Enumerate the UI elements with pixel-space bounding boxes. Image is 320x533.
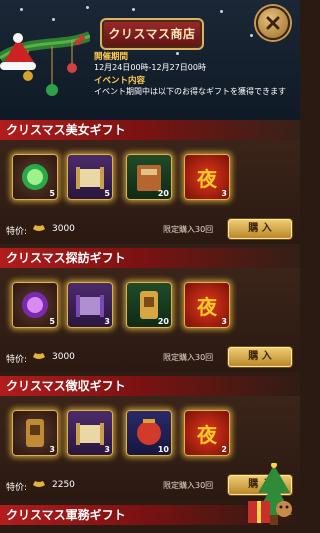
buy-button[interactable]: 購 入 [227, 346, 293, 368]
price-label: 特价: [6, 227, 28, 237]
event-content-text: イベント期間中は以下のお得なギフトを獲得できます [94, 87, 286, 96]
gold-ingot-icon [33, 481, 45, 487]
item-slot[interactable]: 10 [126, 410, 172, 456]
gift-section-visit: クリスマス探訪ギフト 5 3 20 夜 3 特价: 3000 限定購入30回 購… [0, 248, 300, 372]
gift-box-icon [248, 501, 292, 523]
item-slot[interactable]: 20 [126, 282, 172, 328]
item-count: 5 [104, 189, 110, 198]
section-title-bar: クリスマス探訪ギフト [0, 248, 300, 268]
item-slot[interactable]: 3 [67, 410, 113, 456]
item-count: 3 [104, 445, 110, 454]
price-value: 3000 [52, 352, 75, 362]
item-count: 5 [49, 189, 55, 198]
item-count: 10 [157, 445, 169, 454]
event-content-label: イベント内容 [94, 76, 146, 86]
item-slot[interactable]: 5 [12, 154, 58, 200]
purchase-limit: 限定購入30回 [163, 353, 214, 362]
section-title: クリスマス徴収ギフト [6, 379, 126, 393]
gift-section-beauty: クリスマス美女ギフト 5 5 20 夜 3 特价: 3000 限定購入30回 購… [0, 120, 300, 244]
item-slot[interactable]: 20 [126, 154, 172, 200]
header-banner: クリスマス商店 開催期間 12月24日00時-12月27日00時 イベント内容 … [0, 0, 300, 120]
event-info: 開催期間 12月24日00時-12月27日00時 イベント内容 イベント期間中は… [88, 48, 300, 118]
item-count: 3 [104, 317, 110, 326]
purchase-limit: 限定購入30回 [163, 481, 214, 490]
section-title: クリスマス探訪ギフト [6, 251, 126, 265]
gold-ingot-icon [33, 353, 45, 359]
snowflake [250, 34, 253, 37]
item-slot[interactable]: 夜 2 [184, 410, 230, 456]
price-label: 特价: [6, 483, 28, 493]
section-title-bar: クリスマス美女ギフト [0, 120, 300, 140]
item-slot[interactable]: 5 [12, 282, 58, 328]
santa-hat-icon [0, 33, 36, 70]
purchase-limit: 限定購入30回 [163, 225, 214, 234]
item-slot[interactable]: 3 [12, 410, 58, 456]
item-slot[interactable]: 3 [67, 282, 113, 328]
price-value: 2250 [52, 480, 75, 490]
snowflake [20, 8, 23, 11]
item-count: 3 [221, 317, 227, 326]
event-period-value: 12月24日00時-12月27日00時 [94, 63, 206, 72]
item-count: 20 [157, 189, 169, 198]
item-count: 3 [49, 445, 55, 454]
shop-title-plate: クリスマス商店 [100, 18, 204, 50]
item-slot[interactable]: 夜 3 [184, 154, 230, 200]
event-period-label: 開催期間 [94, 52, 129, 62]
item-slot[interactable]: 夜 3 [184, 282, 230, 328]
snowflake [220, 10, 223, 13]
gift-panel: 5 5 20 夜 3 特价: 3000 限定購入30回 購 入 [0, 140, 300, 244]
item-slot[interactable]: 5 [67, 154, 113, 200]
section-title-bar: クリスマス徴収ギフト [0, 376, 300, 396]
gift-panel: 5 3 20 夜 3 特价: 3000 限定購入30回 購 入 [0, 268, 300, 372]
shop-title: クリスマス商店 [108, 27, 196, 41]
gold-ingot-icon [33, 225, 45, 231]
item-count: 5 [49, 317, 55, 326]
item-count: 20 [157, 317, 169, 326]
snowflake [86, 6, 89, 9]
item-count: 3 [221, 189, 227, 198]
close-button[interactable] [256, 6, 290, 40]
section-title: クリスマス美女ギフト [6, 123, 126, 137]
section-title: クリスマス軍務ギフト [6, 508, 126, 522]
item-count: 2 [221, 445, 227, 454]
price-label: 特价: [6, 355, 28, 365]
close-icon [266, 16, 280, 30]
shop-screen: クリスマス商店 開催期間 12月24日00時-12月27日00時 イベント内容 … [0, 0, 300, 533]
snowflake [132, 8, 135, 11]
buy-button[interactable]: 購 入 [227, 218, 293, 240]
snowflake [52, 18, 55, 21]
price-value: 3000 [52, 224, 75, 234]
